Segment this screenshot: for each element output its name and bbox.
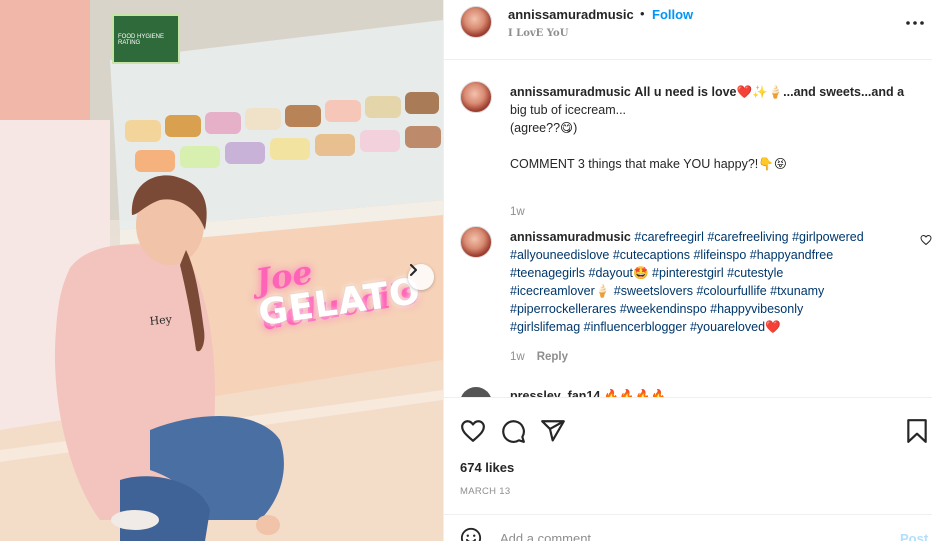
- svg-text:Hey: Hey: [149, 313, 173, 328]
- comment-meta: 1w Reply: [510, 351, 568, 363]
- comment-button[interactable]: [500, 418, 526, 444]
- caption-line2: big tub of icecream...: [510, 103, 627, 117]
- caption-avatar[interactable]: [460, 81, 492, 113]
- hashtags-line4[interactable]: #icecreamlover🍦 #sweetslovers #colourful…: [510, 282, 910, 300]
- caption-line1: All u need is love❤️✨🍦...and sweets...an…: [634, 85, 905, 99]
- post-actions: 674 likes MARCH 13 Add a comment... Post: [444, 397, 932, 541]
- caption-line3: (agree??😋): [510, 121, 578, 135]
- add-comment-bar: Add a comment... Post: [444, 514, 932, 541]
- emoji-icon: [460, 527, 482, 541]
- more-options-icon: [906, 21, 924, 25]
- chevron-right-icon: [410, 264, 417, 276]
- post-date: MARCH 13: [460, 486, 511, 497]
- post-comment-button[interactable]: Post: [900, 531, 928, 541]
- caption-text: annissamuradmusic All u need is love❤️✨🍦…: [510, 83, 910, 173]
- share-button[interactable]: [540, 418, 566, 444]
- post-photo[interactable]: Hey FOOD HYGIENE RATING Joe delucci's GE…: [0, 0, 443, 541]
- comment-icon: [502, 420, 525, 443]
- more-options-button[interactable]: [906, 14, 924, 32]
- comment-time[interactable]: 1w: [510, 351, 525, 363]
- caption-line4: COMMENT 3 things that make YOU happy?!👇😝: [510, 157, 787, 171]
- reply-button[interactable]: Reply: [537, 351, 568, 363]
- emoji-button[interactable]: [460, 527, 482, 541]
- post-side-panel: annissamuradmusic • Follow I LovE YoU an…: [443, 0, 932, 541]
- comment-avatar[interactable]: [460, 226, 492, 258]
- hashtags-line2[interactable]: #allyouneedislove #cutecaptions #lifeins…: [510, 246, 910, 264]
- likes-count[interactable]: 674 likes: [460, 460, 514, 475]
- hashtags-line6[interactable]: #girlslifemag #influencerblogger #youare…: [510, 318, 910, 336]
- share-icon: [541, 420, 565, 442]
- comments-list[interactable]: annissamuradmusic All u need is love❤️✨🍦…: [444, 61, 932, 397]
- save-button[interactable]: [906, 418, 932, 444]
- comment-like-button[interactable]: [920, 234, 932, 248]
- carousel-next-button[interactable]: [408, 264, 434, 290]
- caption-time[interactable]: 1w: [510, 206, 525, 218]
- comment-username[interactable]: annissamuradmusic: [510, 230, 631, 244]
- hashtags-line3[interactable]: #teenagegirls #dayout🤩 #pinterestgirl #c…: [510, 264, 910, 282]
- next-comment-username[interactable]: pressley_fan14 🔥🔥🔥🔥: [510, 389, 666, 397]
- heart-icon: [920, 234, 932, 246]
- food-rating-sign: FOOD HYGIENE RATING: [112, 14, 180, 64]
- heart-icon: [461, 420, 485, 442]
- hashtags-line1[interactable]: #carefreegirl #carefreeliving #girlpower…: [634, 230, 863, 244]
- hashtags-line5[interactable]: #piperrockellerares #weekendinspo #happy…: [510, 300, 910, 318]
- like-button[interactable]: [460, 418, 486, 444]
- bookmark-icon: [907, 419, 927, 443]
- hashtag-comment-item: annissamuradmusic #carefreegirl #carefre…: [460, 226, 932, 376]
- post-location[interactable]: I LovE YoU: [508, 28, 568, 39]
- author-username[interactable]: annissamuradmusic: [508, 7, 634, 22]
- add-comment-input[interactable]: Add a comment...: [500, 531, 602, 541]
- next-comment-avatar[interactable]: [460, 387, 492, 397]
- header-separator: •: [640, 6, 645, 21]
- author-avatar[interactable]: [460, 6, 492, 38]
- post-header: annissamuradmusic • Follow I LovE YoU: [444, 0, 932, 60]
- caption-username[interactable]: annissamuradmusic: [510, 85, 631, 99]
- caption-item: annissamuradmusic All u need is love❤️✨🍦…: [460, 81, 920, 218]
- hashtag-comment-text: annissamuradmusic #carefreegirl #carefre…: [510, 228, 910, 336]
- follow-button[interactable]: Follow: [652, 7, 693, 22]
